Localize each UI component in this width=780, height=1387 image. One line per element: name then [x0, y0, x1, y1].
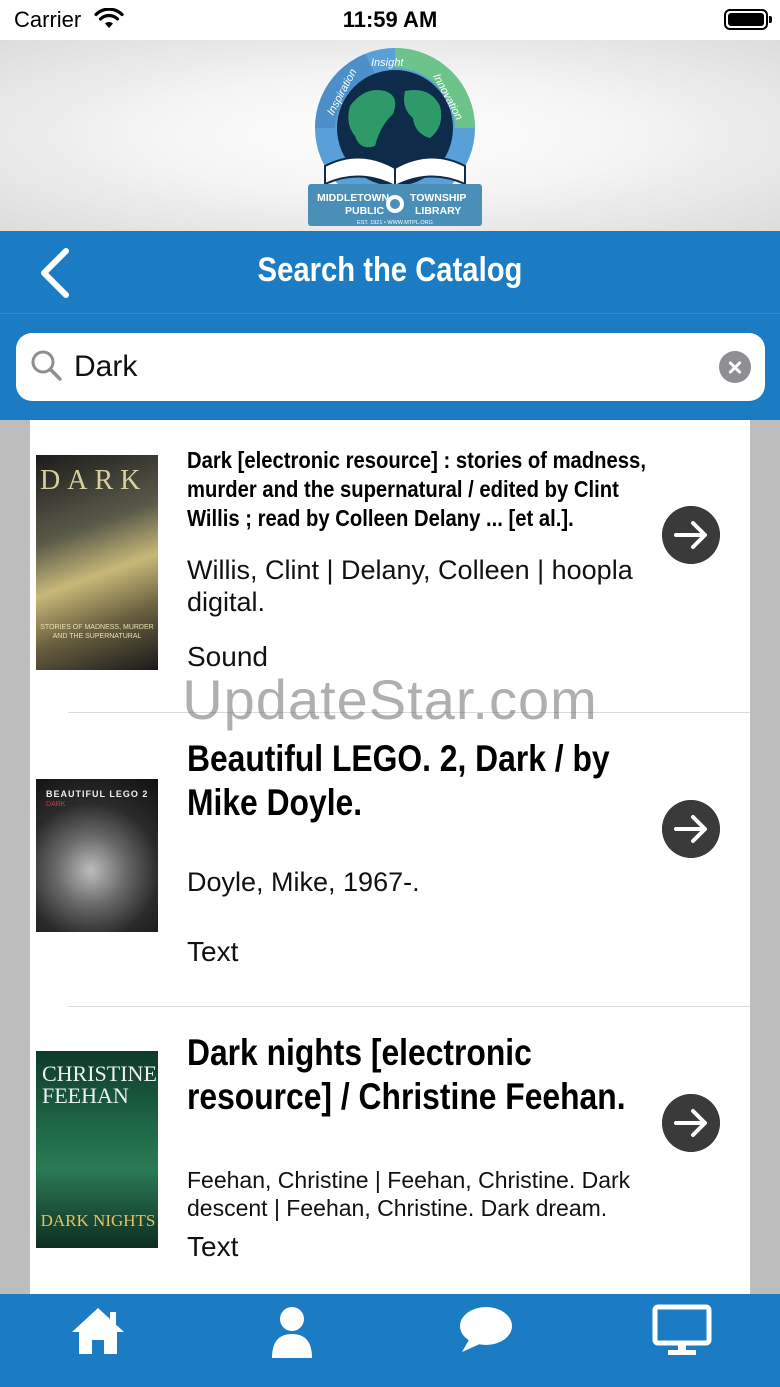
arrow-right-icon[interactable] — [662, 506, 720, 564]
arrow-right-icon[interactable] — [662, 1094, 720, 1152]
chat-icon[interactable] — [456, 1304, 516, 1358]
result-title[interactable]: Dark [electronic resource] : stories of … — [187, 446, 667, 533]
logo-header: MIDDLETOWN TOWNSHIP PUBLIC LIBRARY EST. … — [0, 40, 780, 231]
arrow-right-icon[interactable] — [662, 800, 720, 858]
battery-icon — [724, 9, 772, 30]
search-region — [0, 313, 780, 420]
status-time: 11:59 AM — [342, 7, 438, 32]
logo-line1-left: MIDDLETOWN — [317, 192, 389, 204]
watermark: UpdateStar.com — [182, 668, 598, 731]
cover-subtitle: STORIES OF MADNESS, MURDER AND THE SUPER… — [40, 624, 154, 640]
cover-subtitle: DARK — [46, 801, 66, 808]
library-logo: MIDDLETOWN TOWNSHIP PUBLIC LIBRARY EST. … — [308, 48, 482, 226]
cover-subtitle: DARK NIGHTS — [40, 1211, 156, 1230]
result-title[interactable]: Beautiful LEGO. 2, Dark / by Mike Doyle. — [187, 737, 651, 825]
result-format: Text — [187, 936, 239, 967]
result-title[interactable]: Dark nights [electronic resource] / Chri… — [187, 1031, 651, 1119]
tab-bar — [0, 1294, 780, 1387]
page-title: Search the Catalog — [257, 251, 523, 289]
cover-title: BEAUTIFUL LEGO 2 — [46, 789, 149, 799]
list-item[interactable]: CHRISTINE FEEHAN DARK NIGHTS Dark nights… — [30, 1007, 750, 1294]
cover-title: DARK — [40, 465, 148, 496]
book-cover: BEAUTIFUL LEGO 2 DARK — [36, 779, 158, 932]
nav-bar: Search the Catalog — [0, 231, 780, 313]
logo-line3: EST. 1921 • WWW.MTPL.ORG — [357, 220, 433, 226]
search-input[interactable] — [74, 346, 714, 388]
result-authors: Doyle, Mike, 1967-. — [187, 867, 420, 897]
logo-line2-left: PUBLIC — [345, 205, 385, 217]
logo-line2-right: LIBRARY — [415, 205, 461, 217]
book-cover: CHRISTINE FEEHAN DARK NIGHTS — [36, 1051, 158, 1248]
logo-line1-right: TOWNSHIP — [410, 192, 466, 204]
search-icon — [31, 350, 62, 381]
status-bar: Carrier 11:59 AM — [0, 0, 780, 40]
results-list: DARK STORIES OF MADNESS, MURDER AND THE … — [30, 420, 750, 1294]
computer-icon[interactable] — [652, 1304, 712, 1358]
cover-title: CHRISTINE FEEHAN — [42, 1061, 157, 1108]
account-icon[interactable] — [262, 1304, 322, 1358]
home-icon[interactable] — [68, 1304, 128, 1358]
search-box[interactable] — [16, 333, 765, 401]
clear-icon[interactable] — [719, 351, 751, 383]
result-authors: Feehan, Christine | Feehan, Christine. D… — [187, 1167, 631, 1221]
logo-arc-word-2: Insight — [371, 57, 404, 69]
result-format: Text — [187, 1231, 239, 1262]
result-authors: Willis, Clint | Delany, Colleen | hoopla… — [187, 555, 633, 617]
book-cover: DARK STORIES OF MADNESS, MURDER AND THE … — [36, 455, 158, 670]
list-item[interactable]: BEAUTIFUL LEGO 2 DARK Beautiful LEGO. 2,… — [30, 713, 750, 1006]
